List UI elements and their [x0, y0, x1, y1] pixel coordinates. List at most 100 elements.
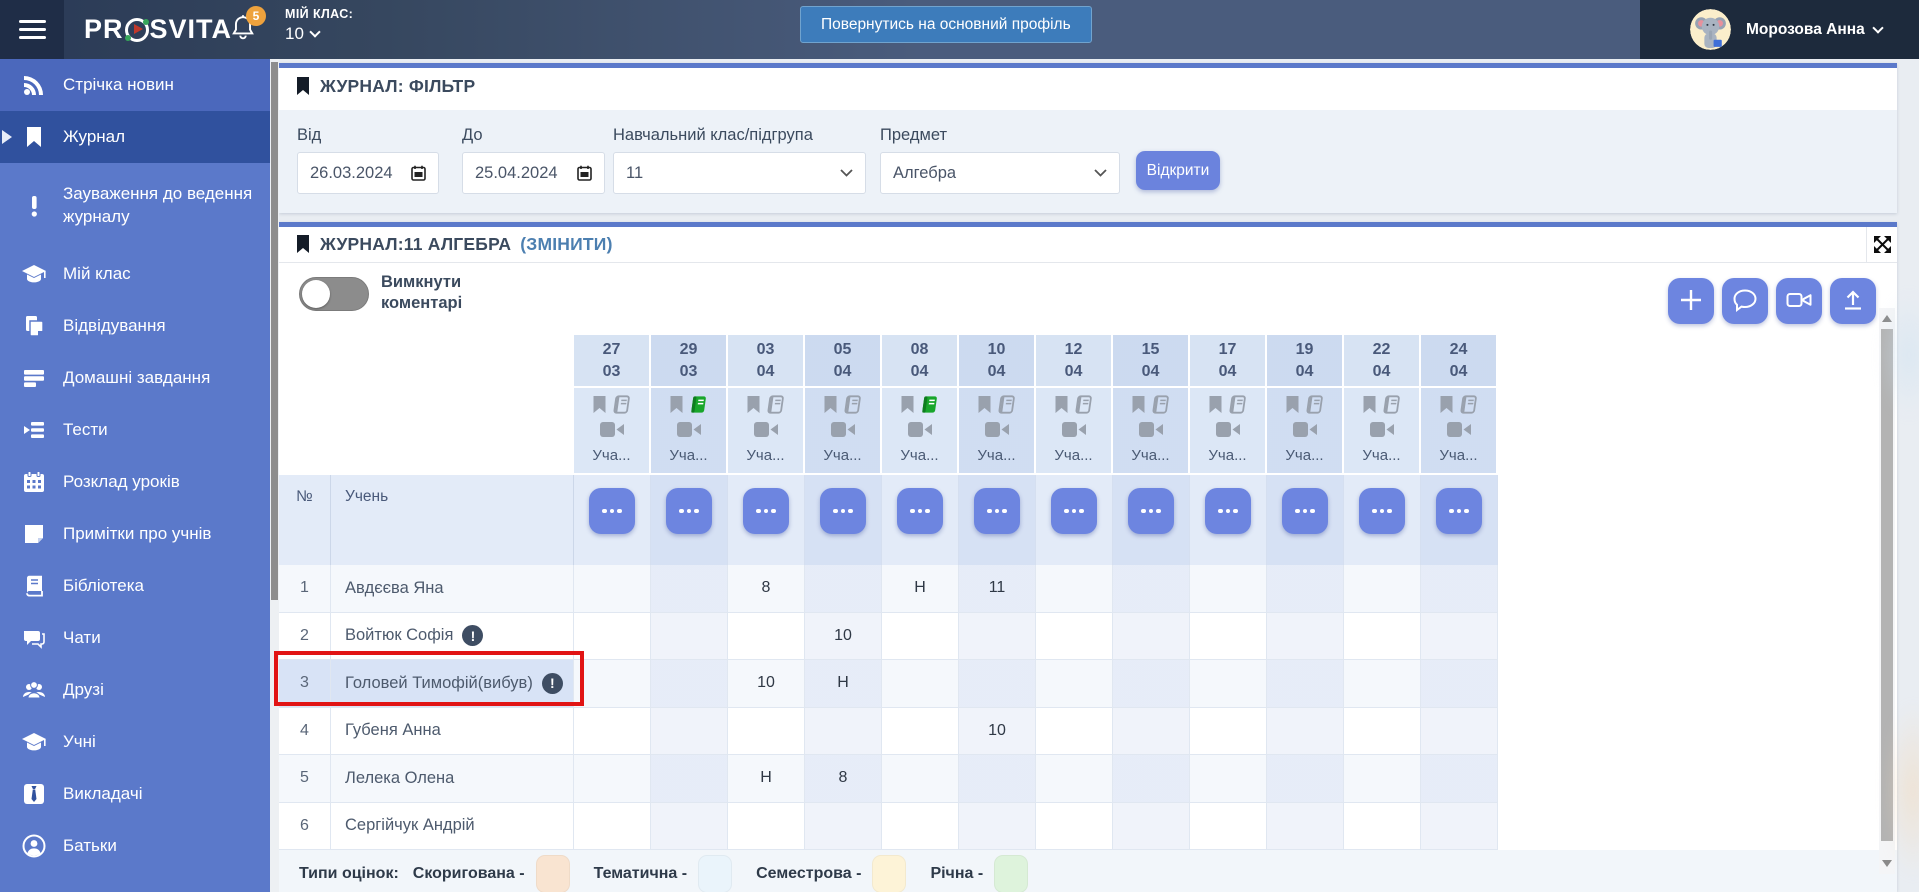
- lesson-date-header[interactable]: 1504: [1113, 335, 1190, 388]
- fullscreen-button[interactable]: [1866, 227, 1897, 262]
- lesson-menu-button[interactable]: [589, 488, 635, 534]
- grade-cell[interactable]: [882, 755, 959, 803]
- grade-cell[interactable]: [1267, 613, 1344, 661]
- grade-cell[interactable]: Н: [805, 660, 882, 708]
- subject-select[interactable]: Алгебра: [880, 152, 1120, 194]
- book-icon[interactable]: [766, 395, 786, 419]
- grade-cell[interactable]: [1344, 613, 1421, 661]
- video-camera-icon[interactable]: [1370, 422, 1394, 442]
- grade-cell[interactable]: [1421, 803, 1498, 851]
- grade-cell[interactable]: 10: [805, 613, 882, 661]
- bookmark-icon[interactable]: [1054, 396, 1069, 419]
- lesson-participants-link[interactable]: Уча...: [1362, 447, 1400, 464]
- video-camera-icon[interactable]: [600, 422, 624, 442]
- comment-button[interactable]: [1722, 278, 1768, 324]
- grade-cell[interactable]: [805, 708, 882, 756]
- grade-cell[interactable]: [1113, 613, 1190, 661]
- grade-cell[interactable]: [1113, 565, 1190, 613]
- grade-cell[interactable]: [1036, 803, 1113, 851]
- grade-cell[interactable]: [1267, 708, 1344, 756]
- grade-cell[interactable]: [1421, 565, 1498, 613]
- lesson-participants-link[interactable]: Уча...: [592, 447, 630, 464]
- grade-cell[interactable]: [574, 613, 651, 661]
- lesson-participants-link[interactable]: Уча...: [1054, 447, 1092, 464]
- grade-cell[interactable]: [882, 708, 959, 756]
- upload-button[interactable]: [1830, 278, 1876, 324]
- sidebar-item-students[interactable]: Учні: [0, 716, 270, 768]
- open-journal-button[interactable]: Відкрити: [1136, 151, 1220, 190]
- grade-cell[interactable]: [1344, 565, 1421, 613]
- grade-cell[interactable]: [805, 803, 882, 851]
- grade-cell[interactable]: [959, 660, 1036, 708]
- scroll-down-arrow[interactable]: [1882, 860, 1892, 867]
- grade-cell[interactable]: [1113, 660, 1190, 708]
- grade-cell[interactable]: [574, 660, 651, 708]
- bookmark-icon[interactable]: [1285, 396, 1300, 419]
- lesson-date-header[interactable]: 1204: [1036, 335, 1113, 388]
- grade-cell[interactable]: [574, 755, 651, 803]
- lesson-date-header[interactable]: 1004: [959, 335, 1036, 388]
- lesson-menu-button[interactable]: [1436, 488, 1482, 534]
- lesson-participants-link[interactable]: Уча...: [669, 447, 707, 464]
- grade-cell[interactable]: [728, 708, 805, 756]
- lesson-date-header[interactable]: 2404: [1421, 335, 1498, 388]
- grade-cell[interactable]: [651, 660, 728, 708]
- lesson-menu-button[interactable]: [897, 488, 943, 534]
- lesson-menu-button[interactable]: [1282, 488, 1328, 534]
- change-journal-link[interactable]: (ЗМІНИТИ): [520, 234, 612, 255]
- grade-cell[interactable]: [1190, 755, 1267, 803]
- video-camera-button[interactable]: [1776, 278, 1822, 324]
- lesson-date-header[interactable]: 0504: [805, 335, 882, 388]
- book-icon[interactable]: [843, 395, 863, 419]
- sidebar-item-remarks[interactable]: Зауваження до ведення журналу: [0, 163, 270, 248]
- disable-comments-toggle[interactable]: [299, 277, 369, 311]
- grade-cell[interactable]: [1036, 565, 1113, 613]
- lesson-participants-link[interactable]: Уча...: [1131, 447, 1169, 464]
- grade-cell[interactable]: [728, 803, 805, 851]
- class-subgroup-select[interactable]: 11: [613, 152, 866, 194]
- grade-cell[interactable]: [1344, 755, 1421, 803]
- grade-cell[interactable]: [1267, 660, 1344, 708]
- book-icon[interactable]: [1459, 395, 1479, 419]
- grade-cell[interactable]: Н: [728, 755, 805, 803]
- grade-cell[interactable]: 10: [959, 708, 1036, 756]
- sidebar-item-my-class[interactable]: Мій клас: [0, 248, 270, 300]
- bookmark-icon[interactable]: [592, 396, 607, 419]
- bookmark-icon[interactable]: [1439, 396, 1454, 419]
- grade-cell[interactable]: [651, 803, 728, 851]
- grade-cell[interactable]: [651, 708, 728, 756]
- sidebar-item-news-feed[interactable]: Стрічка новин: [0, 59, 270, 111]
- bookmark-icon[interactable]: [746, 396, 761, 419]
- sidebar-item-homework[interactable]: Домашні завдання: [0, 352, 270, 404]
- grade-cell[interactable]: [1344, 803, 1421, 851]
- grade-cell[interactable]: [1036, 708, 1113, 756]
- sidebar-item-tests[interactable]: Тести: [0, 404, 270, 456]
- grade-cell[interactable]: [1421, 660, 1498, 708]
- hamburger-menu-icon[interactable]: [0, 0, 64, 59]
- lesson-participants-link[interactable]: Уча...: [746, 447, 784, 464]
- book-icon[interactable]: [997, 395, 1017, 419]
- lesson-date-header[interactable]: 1904: [1267, 335, 1344, 388]
- lesson-date-header[interactable]: 2703: [574, 335, 651, 388]
- bookmark-icon[interactable]: [823, 396, 838, 419]
- grade-cell[interactable]: [1113, 708, 1190, 756]
- grade-cell[interactable]: [1036, 660, 1113, 708]
- sidebar-item-chats[interactable]: Чати: [0, 612, 270, 664]
- lesson-date-header[interactable]: 0804: [882, 335, 959, 388]
- grade-cell[interactable]: [805, 565, 882, 613]
- book-icon[interactable]: [612, 395, 632, 419]
- date-from-input[interactable]: 26.03.2024: [297, 152, 439, 194]
- book-icon[interactable]: [1151, 395, 1171, 419]
- lesson-menu-button[interactable]: [743, 488, 789, 534]
- lesson-menu-button[interactable]: [974, 488, 1020, 534]
- date-to-input[interactable]: 25.04.2024: [462, 152, 605, 194]
- grade-cell[interactable]: [1190, 613, 1267, 661]
- bookmark-icon[interactable]: [1362, 396, 1377, 419]
- grade-cell[interactable]: [574, 708, 651, 756]
- lesson-date-header[interactable]: 1704: [1190, 335, 1267, 388]
- grade-cell[interactable]: [1267, 803, 1344, 851]
- grade-cell[interactable]: 11: [959, 565, 1036, 613]
- plus-button[interactable]: [1668, 278, 1714, 324]
- grade-cell[interactable]: [651, 565, 728, 613]
- grade-cell[interactable]: [728, 613, 805, 661]
